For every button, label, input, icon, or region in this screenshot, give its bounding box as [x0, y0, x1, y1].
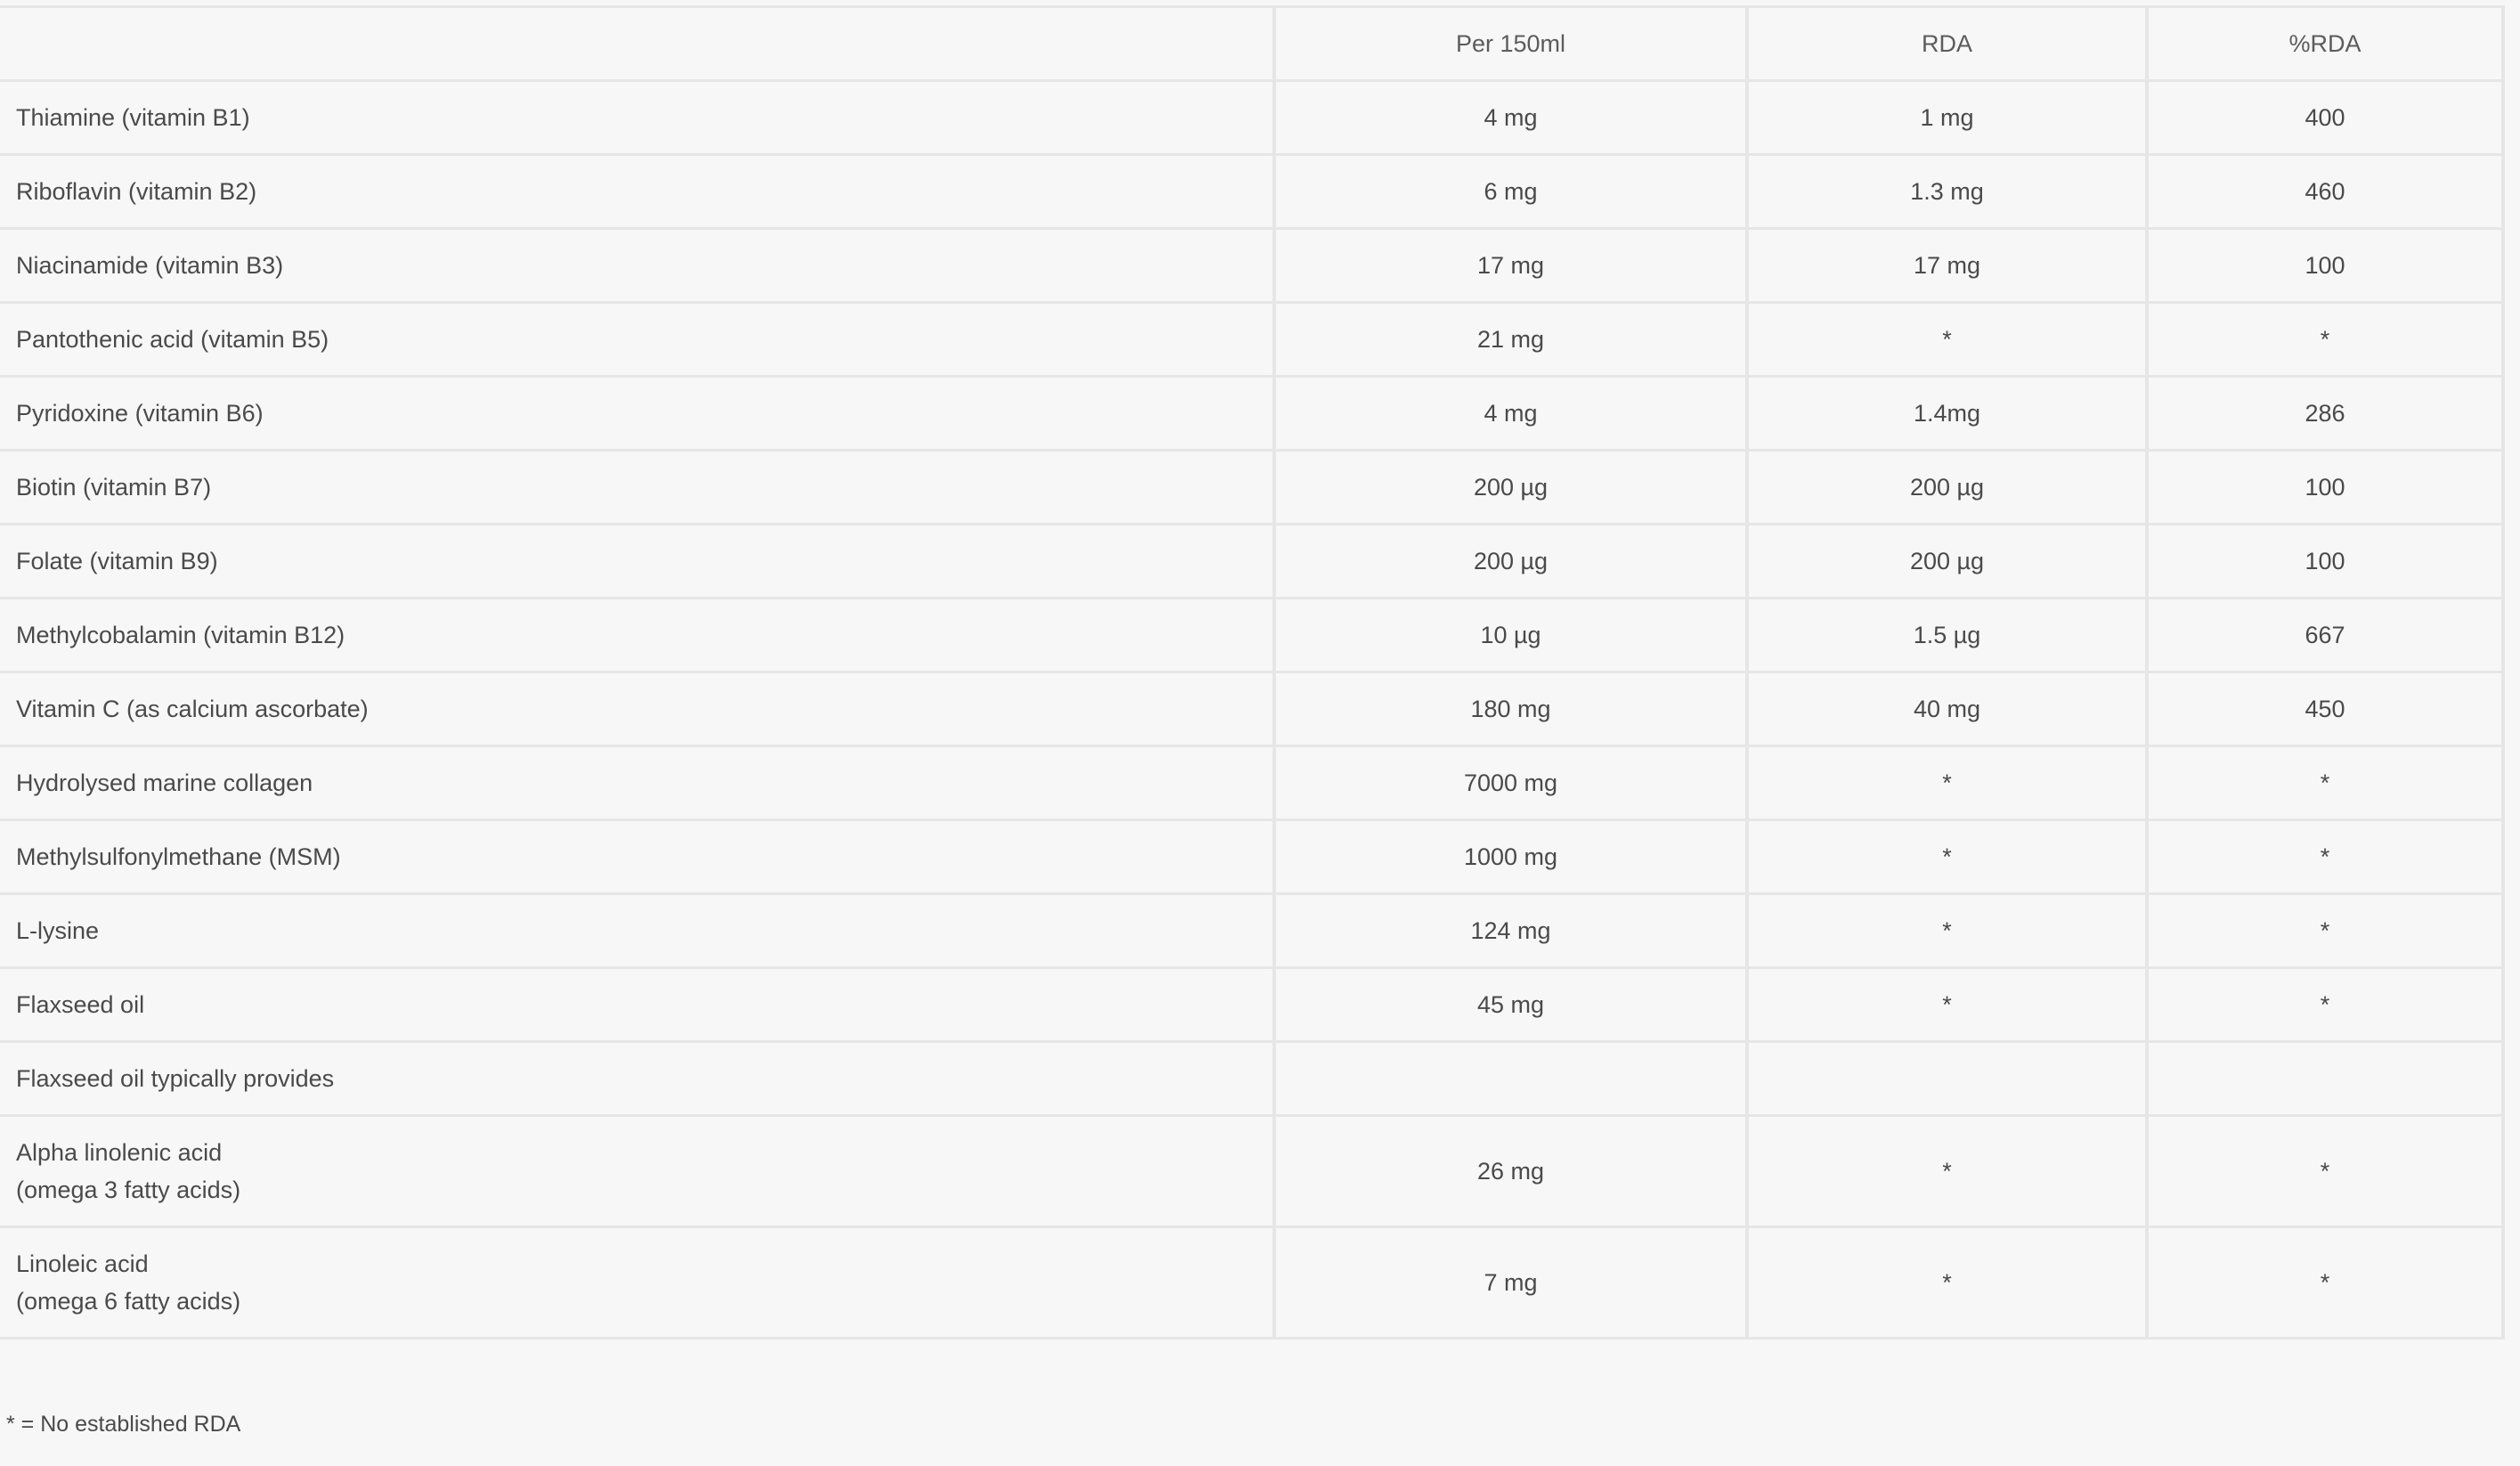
rda-value: *: [1745, 966, 2147, 1043]
percent-rda-value: 100: [2145, 523, 2505, 599]
rda-value: *: [1745, 1226, 2147, 1340]
table-row: Niacinamide (vitamin B3) 17 mg 17 mg 100: [0, 227, 2505, 304]
nutrient-name-line1: Alpha linolenic acid: [16, 1139, 223, 1166]
nutrient-name: L-lysine: [0, 892, 1274, 969]
table-row: Methylsulfonylmethane (MSM) 1000 mg * *: [0, 819, 2505, 895]
amount-per-150ml: [1272, 1040, 1747, 1117]
percent-rda-value: 100: [2145, 227, 2505, 304]
percent-rda-value: 400: [2145, 79, 2505, 156]
header-percent-rda: %RDA: [2145, 5, 2505, 82]
rda-value: *: [1745, 301, 2147, 378]
table-row: Pantothenic acid (vitamin B5) 21 mg * *: [0, 301, 2505, 378]
nutrient-name: Flaxseed oil: [0, 966, 1274, 1043]
amount-per-150ml: 6 mg: [1272, 153, 1747, 230]
amount-per-150ml: 21 mg: [1272, 301, 1747, 378]
header-nutrient: [0, 5, 1274, 82]
table-row: Linoleic acid (omega 6 fatty acids) 7 mg…: [0, 1226, 2505, 1340]
table-row: L-lysine 124 mg * *: [0, 892, 2505, 969]
amount-per-150ml: 7000 mg: [1272, 745, 1747, 821]
percent-rda-value: *: [2145, 301, 2505, 378]
amount-per-150ml: 7 mg: [1272, 1226, 1747, 1340]
rda-value: 200 µg: [1745, 449, 2147, 525]
amount-per-150ml: 200 µg: [1272, 449, 1747, 525]
amount-per-150ml: 180 mg: [1272, 671, 1747, 747]
nutrient-name: Thiamine (vitamin B1): [0, 79, 1274, 156]
table-row: Vitamin C (as calcium ascorbate) 180 mg …: [0, 671, 2505, 747]
nutrient-name-line2: (omega 6 fatty acids): [16, 1288, 241, 1315]
table-row: Biotin (vitamin B7) 200 µg 200 µg 100: [0, 449, 2505, 525]
nutrition-table: Per 150ml RDA %RDA Thiamine (vitamin B1)…: [0, 5, 2505, 1340]
nutrient-name: Vitamin C (as calcium ascorbate): [0, 671, 1274, 747]
rda-value: *: [1745, 1114, 2147, 1228]
nutrient-name: Pyridoxine (vitamin B6): [0, 375, 1274, 452]
table-row: Alpha linolenic acid (omega 3 fatty acid…: [0, 1114, 2505, 1228]
amount-per-150ml: 10 µg: [1272, 597, 1747, 673]
header-rda: RDA: [1745, 5, 2147, 82]
table-row: Pyridoxine (vitamin B6) 4 mg 1.4mg 286: [0, 375, 2505, 452]
percent-rda-value: 100: [2145, 449, 2505, 525]
amount-per-150ml: 1000 mg: [1272, 819, 1747, 895]
nutrient-name: Linoleic acid (omega 6 fatty acids): [0, 1226, 1274, 1340]
nutrition-panel: Per 150ml RDA %RDA Thiamine (vitamin B1)…: [0, 0, 2520, 1466]
rda-value: 40 mg: [1745, 671, 2147, 747]
rda-footnote: * = No established RDA: [6, 1412, 241, 1437]
table-row: Flaxseed oil 45 mg * *: [0, 966, 2505, 1043]
percent-rda-value: *: [2145, 1114, 2505, 1228]
percent-rda-value: [2145, 1040, 2505, 1117]
rda-value: *: [1745, 892, 2147, 969]
rda-value: 17 mg: [1745, 227, 2147, 304]
percent-rda-value: 667: [2145, 597, 2505, 673]
nutrient-name: Alpha linolenic acid (omega 3 fatty acid…: [0, 1114, 1274, 1228]
nutrient-name: Flaxseed oil typically provides: [0, 1040, 1274, 1117]
table-row: Riboflavin (vitamin B2) 6 mg 1.3 mg 460: [0, 153, 2505, 230]
percent-rda-value: *: [2145, 892, 2505, 969]
rda-value: 1.3 mg: [1745, 153, 2147, 230]
percent-rda-value: *: [2145, 966, 2505, 1043]
amount-per-150ml: 4 mg: [1272, 375, 1747, 452]
percent-rda-value: 450: [2145, 671, 2505, 747]
rda-value: 1 mg: [1745, 79, 2147, 156]
percent-rda-value: *: [2145, 745, 2505, 821]
rda-value: *: [1745, 745, 2147, 821]
nutrient-name: Folate (vitamin B9): [0, 523, 1274, 599]
nutrient-name: Hydrolysed marine collagen: [0, 745, 1274, 821]
table-row: Hydrolysed marine collagen 7000 mg * *: [0, 745, 2505, 821]
amount-per-150ml: 200 µg: [1272, 523, 1747, 599]
table-row: Methylcobalamin (vitamin B12) 10 µg 1.5 …: [0, 597, 2505, 673]
percent-rda-value: 286: [2145, 375, 2505, 452]
table-row: Thiamine (vitamin B1) 4 mg 1 mg 400: [0, 79, 2505, 156]
nutrient-name: Pantothenic acid (vitamin B5): [0, 301, 1274, 378]
rda-value: [1745, 1040, 2147, 1117]
nutrient-name: Methylsulfonylmethane (MSM): [0, 819, 1274, 895]
rda-value: 200 µg: [1745, 523, 2147, 599]
amount-per-150ml: 124 mg: [1272, 892, 1747, 969]
percent-rda-value: *: [2145, 819, 2505, 895]
percent-rda-value: 460: [2145, 153, 2505, 230]
amount-per-150ml: 4 mg: [1272, 79, 1747, 156]
table-row: Flaxseed oil typically provides: [0, 1040, 2505, 1117]
amount-per-150ml: 45 mg: [1272, 966, 1747, 1043]
table-header-row: Per 150ml RDA %RDA: [0, 5, 2505, 82]
table-row: Folate (vitamin B9) 200 µg 200 µg 100: [0, 523, 2505, 599]
percent-rda-value: *: [2145, 1226, 2505, 1340]
rda-value: 1.4mg: [1745, 375, 2147, 452]
nutrient-name: Biotin (vitamin B7): [0, 449, 1274, 525]
nutrient-name: Methylcobalamin (vitamin B12): [0, 597, 1274, 673]
nutrient-name: Niacinamide (vitamin B3): [0, 227, 1274, 304]
header-per-150ml: Per 150ml: [1272, 5, 1747, 82]
nutrient-name-line1: Linoleic acid: [16, 1250, 149, 1277]
amount-per-150ml: 17 mg: [1272, 227, 1747, 304]
nutrient-name-line2: (omega 3 fatty acids): [16, 1177, 241, 1203]
rda-value: *: [1745, 819, 2147, 895]
nutrient-name: Riboflavin (vitamin B2): [0, 153, 1274, 230]
amount-per-150ml: 26 mg: [1272, 1114, 1747, 1228]
rda-value: 1.5 µg: [1745, 597, 2147, 673]
